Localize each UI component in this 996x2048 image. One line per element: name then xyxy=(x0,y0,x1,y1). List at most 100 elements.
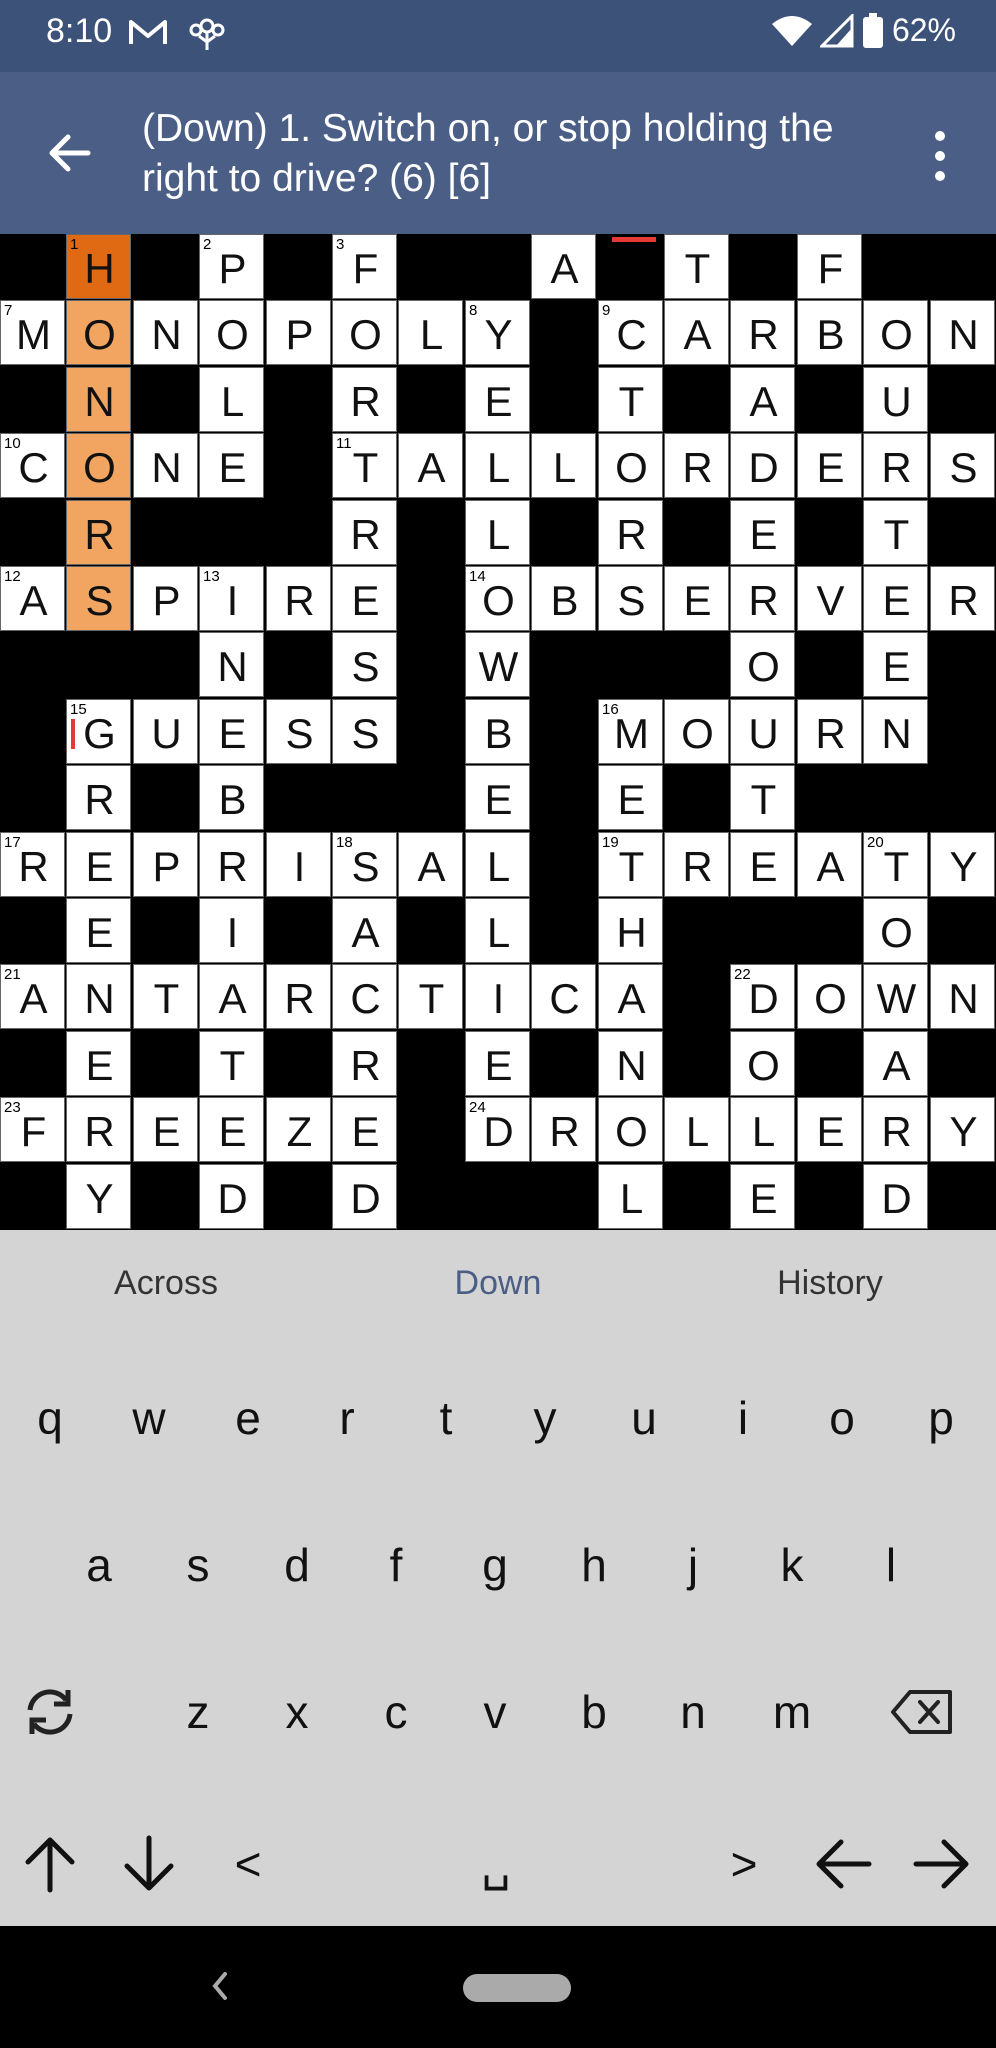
grid-cell[interactable]: R xyxy=(199,832,264,897)
backspace-key[interactable] xyxy=(872,1662,972,1762)
grid-cell[interactable]: O xyxy=(863,898,928,963)
grid-cell[interactable]: O xyxy=(730,1031,795,1096)
arrow-right-key[interactable] xyxy=(892,1814,992,1914)
grid-cell[interactable]: E xyxy=(332,1097,397,1162)
key-n[interactable]: n xyxy=(643,1662,743,1762)
key-t[interactable]: t xyxy=(396,1368,496,1468)
grid-cell[interactable]: B xyxy=(797,300,862,365)
grid-cell[interactable]: L xyxy=(598,1164,663,1229)
grid-cell[interactable]: F xyxy=(797,234,862,299)
key-d[interactable]: d xyxy=(247,1515,347,1615)
grid-cell[interactable]: L xyxy=(531,433,596,498)
grid-cell[interactable]: N xyxy=(930,964,995,1029)
grid-cell[interactable]: T xyxy=(664,234,729,299)
grid-cell[interactable]: S xyxy=(930,433,995,498)
grid-cell[interactable]: L xyxy=(398,300,463,365)
grid-cell[interactable]: I xyxy=(465,964,530,1029)
grid-cell[interactable]: U xyxy=(133,699,198,764)
key-h[interactable]: h xyxy=(544,1515,644,1615)
tab-down[interactable]: Down xyxy=(332,1264,664,1303)
grid-cell[interactable]: 13 I xyxy=(199,566,264,631)
grid-cell[interactable]: E xyxy=(598,765,663,830)
key-j[interactable]: j xyxy=(643,1515,743,1615)
key-r[interactable]: r xyxy=(297,1368,397,1468)
key-u[interactable]: u xyxy=(594,1368,694,1468)
grid-cell[interactable]: 1H xyxy=(66,234,131,299)
key-q[interactable]: q xyxy=(0,1368,100,1468)
grid-cell[interactable]: Z xyxy=(266,1097,331,1162)
grid-cell[interactable]: 2P xyxy=(199,234,264,299)
key-s[interactable]: s xyxy=(148,1515,248,1615)
grid-cell[interactable]: L xyxy=(465,500,530,565)
grid-cell[interactable]: L xyxy=(465,832,530,897)
key-space[interactable]: ␣ xyxy=(446,1814,546,1914)
grid-cell[interactable]: T xyxy=(598,367,663,432)
arrow-up-key[interactable] xyxy=(0,1814,100,1914)
grid-cell[interactable]: E xyxy=(66,898,131,963)
grid-cell[interactable]: O xyxy=(598,1097,663,1162)
key-z[interactable]: z xyxy=(148,1662,248,1762)
key-k[interactable]: k xyxy=(742,1515,842,1615)
key-f[interactable]: f xyxy=(346,1515,446,1615)
grid-cell[interactable]: 14 O xyxy=(465,566,530,631)
grid-cell[interactable]: Y xyxy=(930,1097,995,1162)
grid-cell[interactable]: 12 A xyxy=(0,566,65,631)
grid-cell[interactable]: N xyxy=(598,1031,663,1096)
grid-cell[interactable]: A xyxy=(398,433,463,498)
key-a[interactable]: a xyxy=(49,1515,149,1615)
grid-cell[interactable]: T xyxy=(398,964,463,1029)
grid-cell[interactable]: 3F xyxy=(332,234,397,299)
nav-back-icon[interactable] xyxy=(205,1966,235,2006)
grid-cell[interactable]: O xyxy=(199,300,264,365)
grid-cell[interactable]: L xyxy=(465,433,530,498)
grid-cell[interactable]: R xyxy=(930,566,995,631)
arrow-left-key[interactable] xyxy=(793,1814,893,1914)
grid-cell[interactable]: D xyxy=(730,433,795,498)
grid-cell[interactable]: B xyxy=(531,566,596,631)
grid-cell[interactable]: I xyxy=(266,832,331,897)
grid-cell[interactable]: E xyxy=(730,832,795,897)
grid-cell[interactable]: O xyxy=(598,433,663,498)
grid-cell[interactable]: O xyxy=(66,300,131,365)
key-i[interactable]: i xyxy=(693,1368,793,1468)
grid-cell[interactable]: T xyxy=(730,765,795,830)
grid-cell[interactable]: E xyxy=(199,433,264,498)
grid-cell[interactable]: R xyxy=(66,1097,131,1162)
grid-cell[interactable]: W xyxy=(465,632,530,697)
grid-cell[interactable]: A xyxy=(398,832,463,897)
grid-cell[interactable]: E xyxy=(797,1097,862,1162)
key-w[interactable]: w xyxy=(99,1368,199,1468)
grid-cell[interactable]: E xyxy=(66,832,131,897)
grid-cell[interactable]: O xyxy=(730,632,795,697)
grid-cell[interactable]: N xyxy=(133,300,198,365)
grid-cell[interactable]: R xyxy=(664,832,729,897)
key-b[interactable]: b xyxy=(544,1662,644,1762)
key-p[interactable]: p xyxy=(891,1368,991,1468)
key-x[interactable]: x xyxy=(247,1662,347,1762)
grid-cell[interactable]: O xyxy=(66,433,131,498)
grid-cell[interactable]: A xyxy=(797,832,862,897)
grid-cell[interactable]: 18 S xyxy=(332,832,397,897)
grid-cell[interactable]: E xyxy=(730,1164,795,1229)
key-c[interactable]: c xyxy=(346,1662,446,1762)
grid-cell[interactable]: A xyxy=(664,300,729,365)
grid-cell[interactable]: R xyxy=(863,433,928,498)
grid-cell[interactable]: R xyxy=(531,1097,596,1162)
grid-cell[interactable]: A xyxy=(531,234,596,299)
grid-cell[interactable]: R xyxy=(797,699,862,764)
grid-cell[interactable]: S xyxy=(598,566,663,631)
grid-cell[interactable]: D xyxy=(863,1164,928,1229)
grid-cell[interactable]: E xyxy=(465,1031,530,1096)
grid-cell[interactable]: H xyxy=(598,898,663,963)
grid-cell[interactable]: E xyxy=(730,500,795,565)
grid-cell[interactable]: N xyxy=(930,300,995,365)
grid-cell[interactable]: E xyxy=(199,1097,264,1162)
grid-cell[interactable]: Y xyxy=(930,832,995,897)
grid-cell[interactable]: A xyxy=(199,964,264,1029)
grid-cell[interactable]: O xyxy=(332,300,397,365)
key-l[interactable]: l xyxy=(841,1515,941,1615)
key-y[interactable]: y xyxy=(495,1368,595,1468)
grid-cell[interactable]: D xyxy=(332,1164,397,1229)
grid-cell[interactable]: 23 F xyxy=(0,1097,65,1162)
grid-cell[interactable]: B xyxy=(465,699,530,764)
